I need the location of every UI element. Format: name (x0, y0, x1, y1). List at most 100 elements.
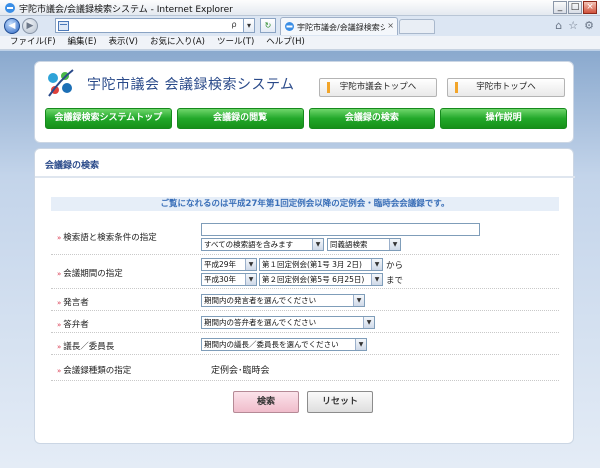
answerer-label: » 答弁者 (57, 318, 89, 330)
nav-browse-minutes[interactable]: 会議録の閲覧 (176, 108, 304, 129)
council-top-link[interactable]: 宇陀市議会トップへ (319, 78, 437, 97)
back-button[interactable]: ◀ (4, 18, 20, 34)
period-label: » 会議期間の指定 (57, 267, 123, 279)
period-from-session-select[interactable]: 第１回定例会(第1号 3月 2日) ▼ (259, 258, 383, 271)
search-icon[interactable]: ρ (227, 18, 241, 33)
speaker-row: » 発言者 期間内の発言者を選んでください ▼ (51, 291, 559, 311)
internet-explorer-icon (5, 3, 15, 13)
keyword-label-text: 検索語と検索条件の指定 (63, 233, 157, 243)
favorites-star-icon[interactable]: ☆ (568, 19, 578, 32)
speaker-label-text: 発言者 (63, 298, 89, 308)
period-to-suffix: まで (386, 276, 404, 286)
uda-city-logo-icon (48, 69, 74, 97)
chair-label-text: 議長／委員長 (63, 342, 115, 352)
label-arrow-icon: » (57, 270, 62, 278)
home-icon[interactable]: ⌂ (555, 19, 562, 32)
close-button[interactable]: × (583, 1, 597, 14)
period-to-session-value: 第２回定例会(第5号 6月25日) (262, 275, 365, 284)
city-top-link-label: 宇陀市トップへ (476, 82, 536, 92)
synonym-value: 同義語検索 (330, 240, 368, 249)
chair-value: 期間内の議長／委員長を選んでください (204, 340, 339, 349)
chair-select[interactable]: 期間内の議長／委員長を選んでください ▼ (201, 338, 367, 351)
tab-ie-icon (285, 22, 294, 31)
tab-title: 宇陀市議会/会議録検索シ... (297, 23, 385, 32)
chevron-down-icon: ▼ (355, 339, 366, 350)
main-nav: 会議録検索システムトップ 会議録の閲覧 会議録の検索 操作説明 (45, 108, 567, 129)
answerer-row: » 答弁者 期間内の答弁者を選んでください ▼ (51, 313, 559, 333)
chevron-down-icon: ▼ (363, 317, 374, 328)
availability-notice: ご覧になれるのは平成27年第1回定例会以降の定例会・臨時会会議録です。 (51, 197, 559, 211)
page-icon (58, 21, 69, 31)
type-label-text: 会議録種類の指定 (63, 366, 132, 376)
label-arrow-icon: » (57, 321, 62, 329)
new-tab-button[interactable] (399, 19, 435, 34)
forward-button[interactable]: ▶ (22, 18, 38, 34)
keyword-condition-select[interactable]: すべての検索語を含みます ▼ (201, 238, 324, 251)
maximize-button[interactable]: □ (568, 1, 582, 14)
label-arrow-icon: » (57, 299, 62, 307)
settings-gear-icon[interactable]: ⚙ (584, 19, 594, 32)
speaker-value: 期間内の発言者を選んでください (204, 296, 317, 305)
site-header: 宇陀市議会 会議録検索システム 宇陀市議会トップへ 宇陀市トップへ 会議録検索シ… (34, 61, 574, 143)
chevron-down-icon: ▼ (389, 239, 400, 250)
type-value: 定例会･臨時会 (211, 366, 270, 376)
chevron-down-icon: ▼ (245, 259, 256, 270)
keyword-input[interactable] (201, 223, 480, 236)
period-from-session-value: 第１回定例会(第1号 3月 2日) (262, 260, 362, 269)
menu-edit[interactable]: 編集(E) (68, 36, 97, 49)
menu-help[interactable]: ヘルプ(H) (266, 36, 305, 49)
menu-bar: ファイル(F) 編集(E) 表示(V) お気に入り(A) ツール(T) ヘルプ(… (0, 36, 600, 50)
council-top-link-label: 宇陀市議会トップへ (339, 82, 417, 92)
chair-label: » 議長／委員長 (57, 340, 114, 352)
chevron-down-icon: ▼ (371, 259, 382, 270)
keyword-label: » 検索語と検索条件の指定 (57, 231, 157, 243)
search-button[interactable]: 検索 (233, 391, 299, 413)
minimize-button[interactable]: _ (553, 1, 567, 14)
chevron-down-icon: ▼ (371, 274, 382, 285)
type-label: » 会議録種類の指定 (57, 364, 131, 376)
address-dropdown-button[interactable]: ▾ (243, 18, 255, 33)
address-bar[interactable] (55, 18, 255, 33)
browser-right-icons: ⌂ ☆ ⚙ (555, 19, 594, 32)
link-marker (455, 82, 458, 93)
answerer-value: 期間内の答弁者を選んでください (204, 318, 317, 327)
refresh-button[interactable]: ↻ (260, 18, 276, 33)
window-title: 宇陀市議会/会議録検索システム - Internet Explorer (19, 5, 233, 15)
city-top-link[interactable]: 宇陀市トップへ (447, 78, 565, 97)
site-title: 宇陀市議会 会議録検索システム (87, 77, 295, 93)
label-arrow-icon: » (57, 367, 62, 375)
period-from-year-select[interactable]: 平成29年 ▼ (201, 258, 257, 271)
period-to-year-select[interactable]: 平成30年 ▼ (201, 273, 257, 286)
window-controls: _ □ × (553, 1, 597, 14)
synonym-select[interactable]: 同義語検索 ▼ (327, 238, 401, 251)
period-label-text: 会議期間の指定 (63, 269, 123, 279)
period-to-session-select[interactable]: 第２回定例会(第5号 6月25日) ▼ (259, 273, 383, 286)
keyword-condition-value: すべての検索語を含みます (204, 240, 294, 249)
menu-file[interactable]: ファイル(F) (10, 36, 56, 49)
menu-favorites[interactable]: お気に入り(A) (150, 36, 205, 49)
keyword-row: » 検索語と検索条件の指定 すべての検索語を含みます ▼ 同義語検索 ▼ (51, 221, 559, 255)
type-row: » 会議録種類の指定 定例会･臨時会 (51, 357, 559, 381)
chair-row: » 議長／委員長 期間内の議長／委員長を選んでください ▼ (51, 335, 559, 355)
tab-close-icon[interactable]: × (387, 21, 394, 30)
answerer-label-text: 答弁者 (63, 320, 89, 330)
reset-button[interactable]: リセット (307, 391, 373, 413)
chevron-down-icon: ▼ (245, 274, 256, 285)
chevron-down-icon: ▼ (353, 295, 364, 306)
period-row: » 会議期間の指定 平成29年 ▼ 第１回定例会(第1号 3月 2日) ▼ から … (51, 257, 559, 289)
menu-tools[interactable]: ツール(T) (217, 36, 254, 49)
link-marker (327, 82, 330, 93)
nav-search-minutes[interactable]: 会議録の検索 (308, 108, 436, 129)
browser-tab[interactable]: 宇陀市議会/会議録検索シ... × (280, 17, 398, 35)
period-to-year-value: 平成30年 (204, 275, 237, 284)
address-toolbar: ◀ ▶ ρ ▾ ↻ 宇陀市議会/会議録検索シ... × ⌂ ☆ ⚙ (0, 16, 600, 36)
period-from-year-value: 平成29年 (204, 260, 237, 269)
menu-view[interactable]: 表示(V) (109, 36, 138, 49)
answerer-select[interactable]: 期間内の答弁者を選んでください ▼ (201, 316, 375, 329)
nav-search-system-top[interactable]: 会議録検索システムトップ (45, 108, 172, 129)
section-title: 会議録の検索 (45, 161, 100, 171)
section-divider (35, 176, 575, 178)
label-arrow-icon: » (57, 343, 62, 351)
speaker-select[interactable]: 期間内の発言者を選んでください ▼ (201, 294, 365, 307)
nav-instructions[interactable]: 操作説明 (440, 108, 567, 129)
